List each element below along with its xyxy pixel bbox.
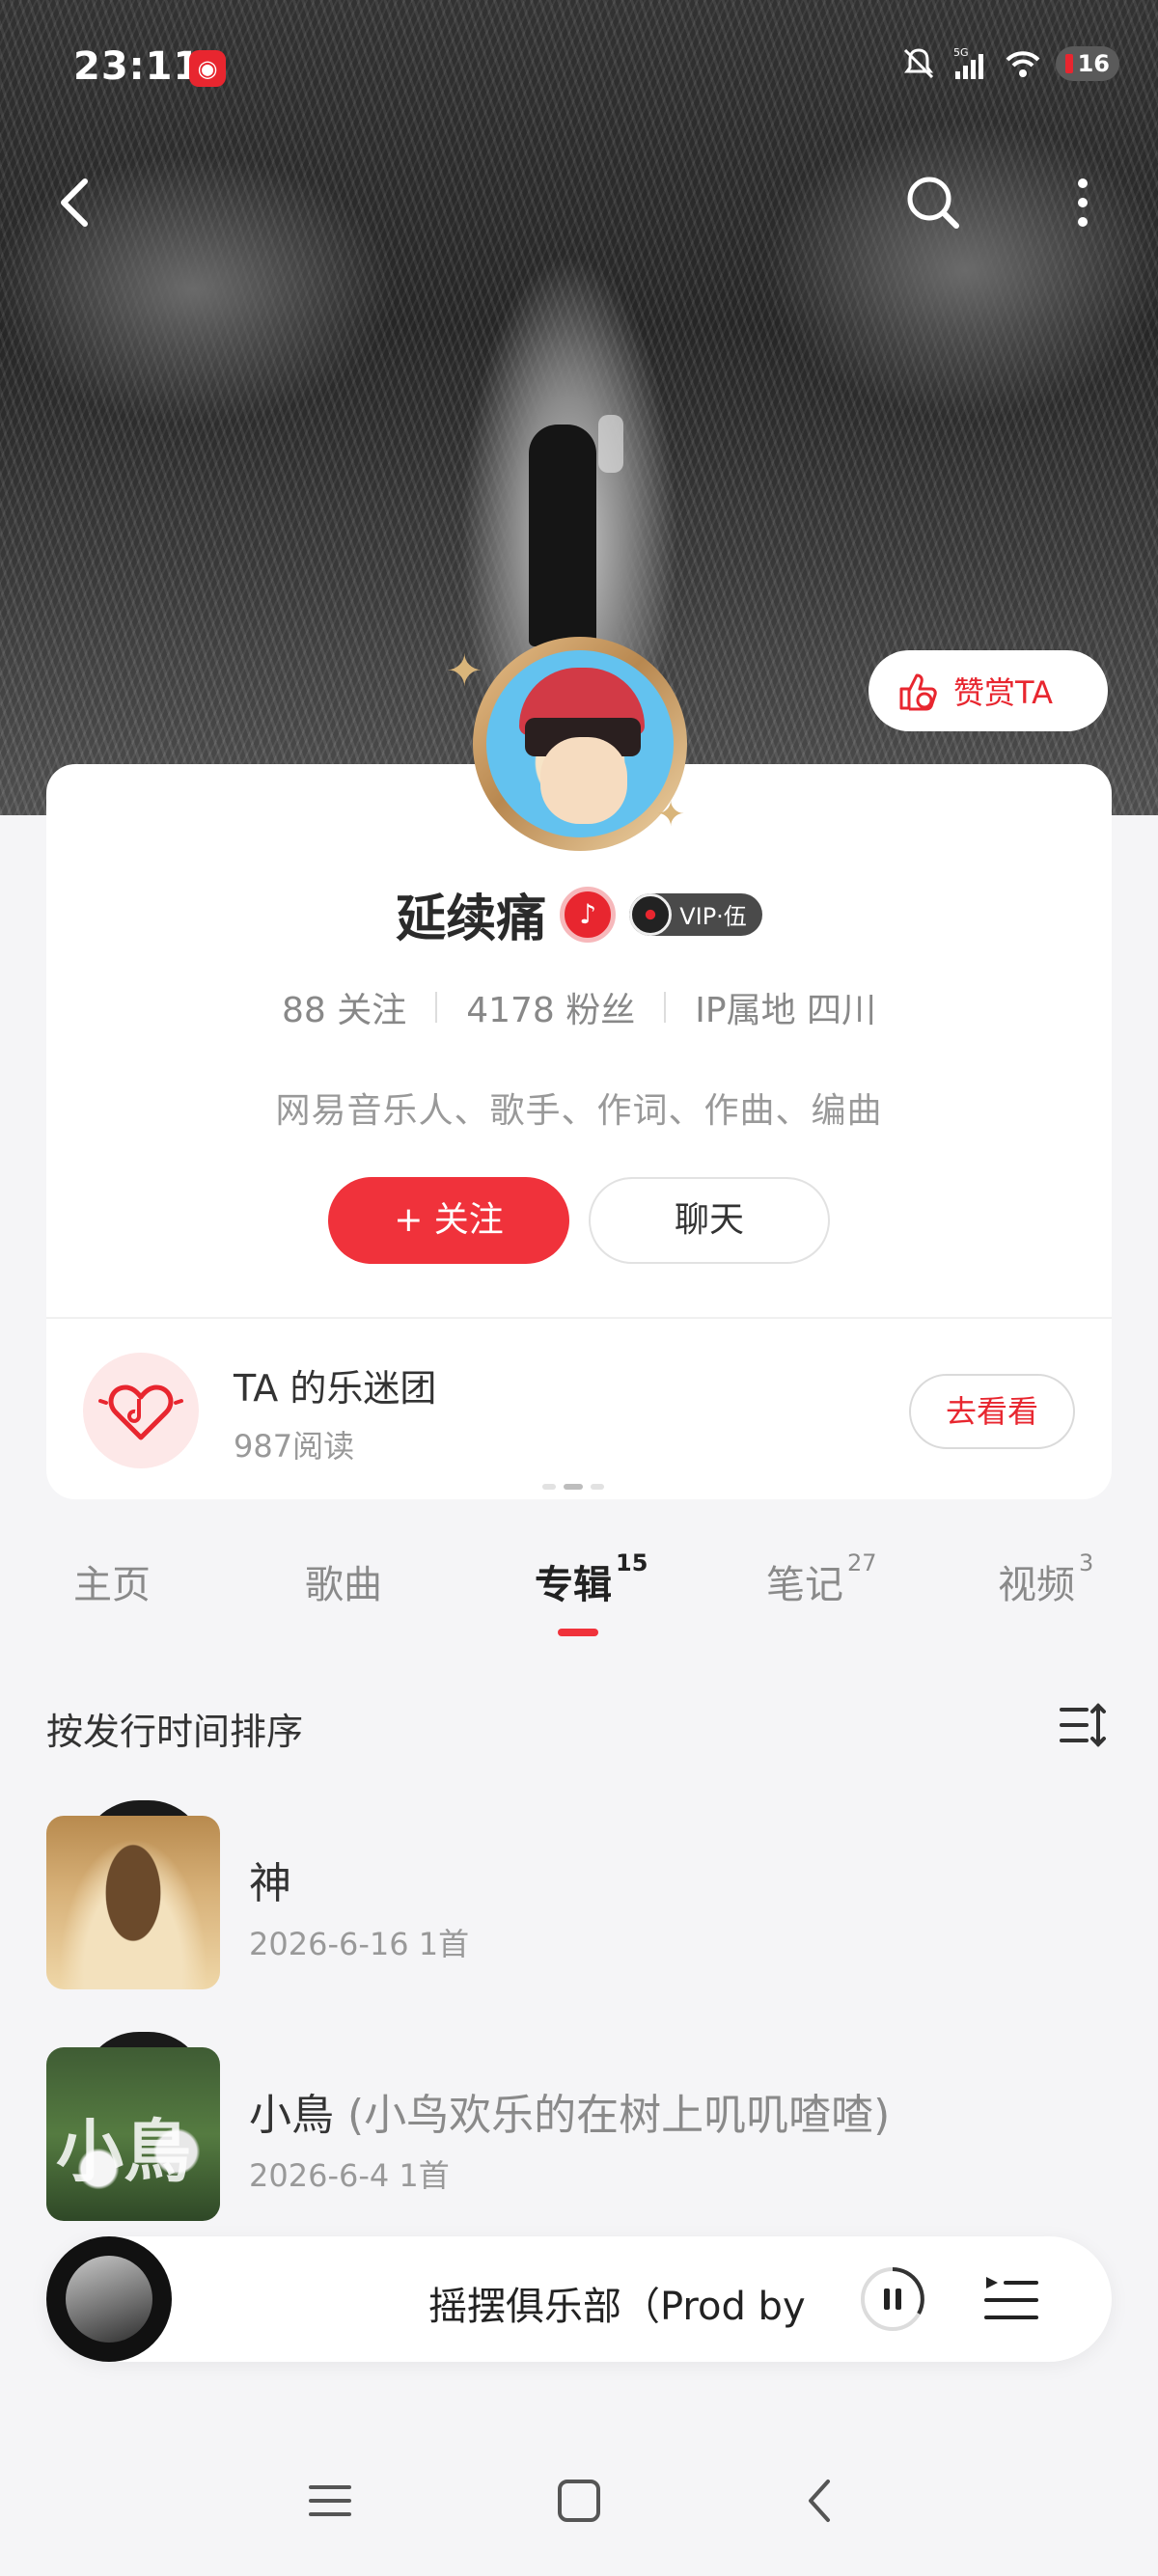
music-note-icon[interactable]: ♪ (560, 886, 617, 943)
album-meta: 2026-6-16 1首 (249, 1926, 470, 1962)
search-icon[interactable] (902, 172, 964, 233)
profile-tabs: 主页 歌曲 专辑15 笔记27 视频3 (0, 1549, 1158, 1640)
vip-disc-icon (629, 892, 673, 936)
avatar[interactable] (473, 637, 687, 851)
status-time: 23:11 (73, 44, 202, 89)
album-meta: 2026-6-4 1首 (249, 2157, 450, 2194)
sparkle-icon: ✦ (656, 795, 686, 835)
thumbs-up-icon (899, 673, 937, 711)
status-bar: 23:11 ◉ 5G 16 (0, 0, 1158, 135)
reward-button[interactable]: 赞赏TA (868, 650, 1108, 731)
avatar-image (486, 650, 674, 837)
tab-indicator (558, 1629, 598, 1636)
more-icon[interactable] (1071, 174, 1094, 232)
tab-notes-count: 27 (847, 1548, 877, 1576)
ip-location: IP属地 四川 (695, 991, 877, 1030)
tab-home[interactable]: 主页 (73, 1553, 151, 1609)
album-title: 小鳥 (小鸟欢乐的在树上叽叽喳喳) (249, 2091, 891, 2140)
menu-icon[interactable] (301, 2472, 359, 2530)
reward-label: 赞赏TA (953, 674, 1053, 711)
pager-dots (542, 1484, 604, 1490)
user-name: 延续痛 (396, 891, 547, 948)
album-title: 神 (249, 1859, 291, 1908)
chat-button[interactable]: 聊天 (589, 1177, 830, 1264)
system-navigation-bar (0, 2451, 1158, 2566)
album-subtitle: (小鸟欢乐的在树上叽叽喳喳) (347, 2091, 891, 2140)
fan-heart-icon[interactable] (83, 1353, 199, 1468)
album-cover-text: 小鳥 (56, 2112, 191, 2191)
follow-button[interactable]: + 关注 (328, 1177, 569, 1264)
album-item[interactable]: 小鳥 小鳥 (小鸟欢乐的在树上叽叽喳喳) 2026-6-4 1首 (46, 2032, 1112, 2231)
vip-badge[interactable]: VIP·伍 (629, 892, 762, 936)
now-playing-title[interactable]: 摇摆俱乐部（Prod by (428, 2275, 834, 2331)
cover-figure (529, 425, 596, 646)
go-view-button[interactable]: 去看看 (909, 1374, 1075, 1449)
cover-figure-small (598, 415, 623, 473)
fan-club-reads: 987阅读 (234, 1428, 355, 1465)
profile-bio: 网易音乐人、歌手、作词、作曲、编曲 (275, 1091, 883, 1131)
profile-stats: 88 关注 4178 粉丝 IP属地 四川 (0, 982, 1158, 1032)
user-name-row: 延续痛 ♪ VIP·伍 (0, 878, 1158, 950)
tab-songs[interactable]: 歌曲 (305, 1553, 382, 1609)
album-cover (46, 1816, 220, 1989)
tab-albums-count: 15 (616, 1548, 648, 1576)
signal-icon: 5G (953, 46, 983, 79)
mute-bell-icon (903, 48, 934, 79)
stats-divider (435, 992, 438, 1023)
netease-app-icon: ◉ (189, 50, 226, 87)
network-label: 5G (953, 46, 969, 59)
tab-notes[interactable]: 笔记27 (766, 1549, 877, 1609)
sort-label: 按发行时间排序 (46, 1711, 304, 1753)
following-count[interactable]: 88 关注 (282, 982, 406, 1032)
followers-count[interactable]: 4178 粉丝 (466, 982, 635, 1032)
vip-label: VIP·伍 (679, 903, 747, 930)
album-cover: 小鳥 (46, 2047, 220, 2221)
playlist-icon[interactable] (982, 2273, 1040, 2325)
stats-divider (664, 992, 667, 1023)
back-nav-icon[interactable] (791, 2472, 849, 2530)
pause-icon[interactable] (859, 2265, 926, 2333)
back-icon[interactable] (54, 174, 96, 232)
mini-player[interactable]: 摇摆俱乐部（Prod by (46, 2236, 1112, 2362)
sparkle-icon: ✦ (446, 644, 483, 697)
album-item[interactable]: 神 2026-6-16 1首 (46, 1800, 1112, 1999)
home-icon[interactable] (550, 2472, 608, 2530)
divider (46, 1317, 1112, 1319)
fan-club-title[interactable]: TA 的乐迷团 (234, 1358, 436, 1411)
wifi-icon (1006, 51, 1040, 77)
battery-indicator: 16 (1056, 46, 1119, 81)
status-indicators: 5G 16 (899, 44, 1119, 83)
tab-videos-count: 3 (1079, 1548, 1094, 1576)
sort-icon[interactable] (1058, 1700, 1108, 1750)
tab-albums[interactable]: 专辑15 (535, 1549, 648, 1609)
now-playing-disc[interactable] (46, 2236, 172, 2362)
tab-videos[interactable]: 视频3 (998, 1549, 1093, 1609)
